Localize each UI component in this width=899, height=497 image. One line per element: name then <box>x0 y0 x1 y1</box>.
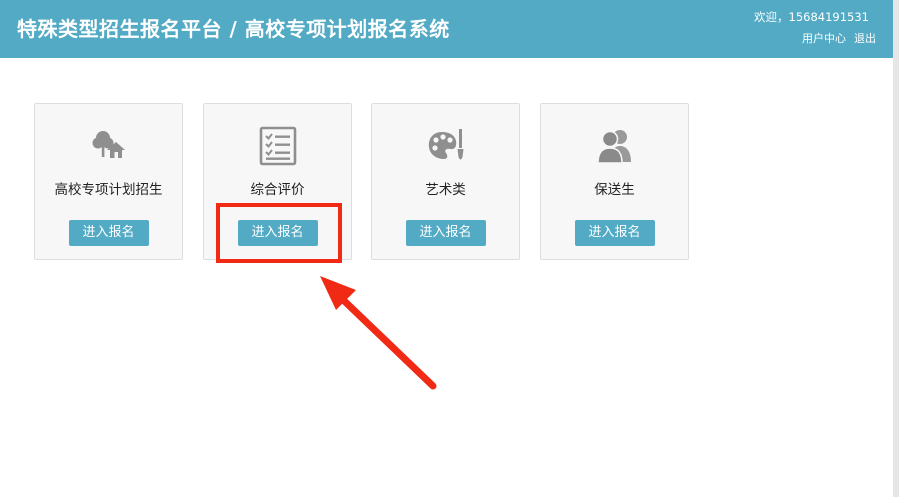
pointer-arrow-icon <box>320 276 437 390</box>
